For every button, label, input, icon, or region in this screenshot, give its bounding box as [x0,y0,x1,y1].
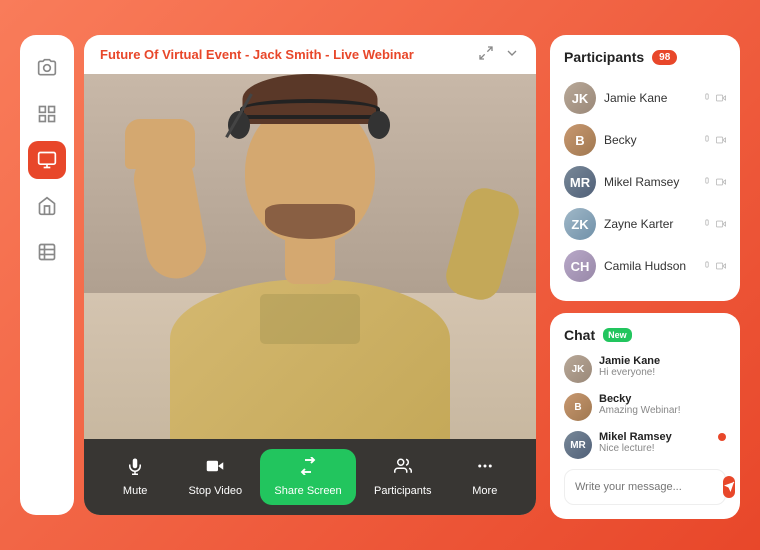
video-header-controls [478,45,520,64]
send-button[interactable] [723,476,735,498]
video-icon [206,457,224,481]
participant-icons [702,135,726,145]
avatar: MR [564,431,592,459]
left-panel: Future Of Virtual Event - Jack Smith - L… [20,35,536,515]
more-label: More [472,485,497,497]
sidebar-item-camera[interactable] [28,49,66,87]
app-container: Future Of Virtual Event - Jack Smith - L… [0,0,760,550]
share-icon [299,457,317,481]
participant-item: CH Camila Hudson [564,245,726,287]
participant-name: Jamie Kane [604,91,694,105]
participant-icons [702,219,726,229]
participant-name: Camila Hudson [604,259,694,273]
chat-message-text: Amazing Webinar! [599,405,726,416]
chat-input[interactable] [575,481,717,493]
avatar: B [564,393,592,421]
avatar: JK [564,82,596,114]
participant-icons [702,261,726,271]
participants-panel: Participants 98 JK Jamie Kane B Becky [550,35,740,301]
chat-sender-name: Mikel Ramsey [599,431,711,443]
chat-title: Chat [564,327,595,343]
participant-item: ZK Zayne Karter [564,203,726,245]
participants-icon [394,457,412,481]
sidebar-item-monitor[interactable] [28,141,66,179]
more-icon [476,457,494,481]
video-container: Future Of Virtual Event - Jack Smith - L… [84,35,536,515]
participants-button[interactable]: Participants [360,449,445,505]
avatar: MR [564,166,596,198]
right-panel: Participants 98 JK Jamie Kane B Becky [550,35,740,515]
participant-item: B Becky [564,119,726,161]
avatar: JK [564,355,592,383]
participant-item: MR Mikel Ramsey [564,161,726,203]
stop-video-label: Stop Video [188,485,242,497]
stop-video-button[interactable]: Stop Video [174,449,256,505]
participant-icons [702,93,726,103]
participant-name: Becky [604,133,694,147]
sidebar-item-layout[interactable] [28,95,66,133]
participants-label: Participants [374,485,431,497]
mute-label: Mute [123,485,147,497]
chat-header: Chat New [564,327,726,343]
chevron-down-icon[interactable] [504,45,520,64]
share-screen-label: Share Screen [274,485,341,497]
expand-icon[interactable] [478,45,494,64]
participants-badge: 98 [652,50,677,65]
chat-panel: Chat New JK Jamie Kane Hi everyone! B Be… [550,313,740,519]
participants-header: Participants 98 [564,49,726,65]
chat-badge: New [603,328,632,342]
video-header: Future Of Virtual Event - Jack Smith - L… [84,35,536,74]
participant-name: Mikel Ramsey [604,175,694,189]
chat-sender-name: Jamie Kane [599,355,726,367]
sidebar [20,35,74,515]
share-screen-button[interactable]: Share Screen [260,449,355,505]
sidebar-item-home[interactable] [28,187,66,225]
participant-name: Zayne Karter [604,217,694,231]
chat-message-text: Nice lecture! [599,443,711,454]
chat-content: Mikel Ramsey Nice lecture! [599,431,711,454]
mic-icon [126,457,144,481]
chat-content: Becky Amazing Webinar! [599,393,726,416]
chat-message: MR Mikel Ramsey Nice lecture! [564,431,726,459]
chat-message-text: Hi everyone! [599,367,726,378]
more-button[interactable]: More [450,449,520,505]
notification-dot [718,433,726,441]
chat-message: B Becky Amazing Webinar! [564,393,726,421]
participant-item: JK Jamie Kane [564,77,726,119]
video-controls: Mute Stop Video Share Screen [84,439,536,515]
sidebar-item-table[interactable] [28,233,66,271]
participant-icons [702,177,726,187]
avatar: B [564,124,596,156]
chat-sender-name: Becky [599,393,726,405]
video-feed [84,74,536,439]
avatar: CH [564,250,596,282]
chat-content: Jamie Kane Hi everyone! [599,355,726,378]
chat-message: JK Jamie Kane Hi everyone! [564,355,726,383]
chat-input-row [564,469,726,505]
participants-title: Participants [564,49,644,65]
mute-button[interactable]: Mute [100,449,170,505]
avatar: ZK [564,208,596,240]
video-title: Future Of Virtual Event - Jack Smith - L… [100,47,414,62]
